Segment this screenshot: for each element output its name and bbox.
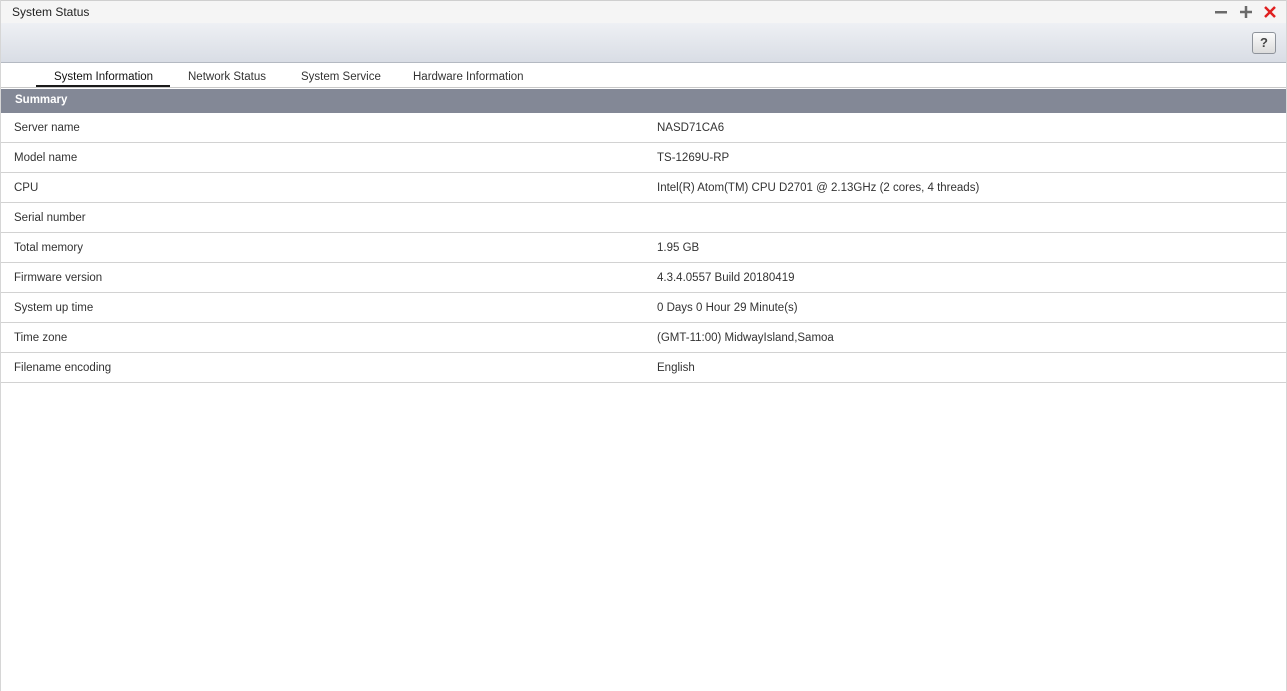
row-label: Model name [14, 152, 78, 164]
row-value: Intel(R) Atom(TM) CPU D2701 @ 2.13GHz (2… [657, 182, 980, 194]
row-serial-number: Serial number [1, 203, 1286, 233]
help-button[interactable]: ? [1252, 32, 1276, 54]
summary-header: Summary [1, 89, 1286, 113]
row-label: Total memory [14, 242, 84, 254]
tab-network-status[interactable]: Network Status [188, 71, 266, 83]
row-value: TS-1269U-RP [657, 152, 730, 164]
row-value: 1.95 GB [657, 242, 700, 254]
plus-icon [1240, 6, 1252, 18]
row-model-name: Model name TS-1269U-RP [1, 143, 1286, 173]
row-value: 4.3.4.0557 Build 20180419 [657, 272, 795, 284]
row-label: Serial number [14, 212, 86, 224]
row-firmware-version: Firmware version 4.3.4.0557 Build 201804… [1, 263, 1286, 293]
row-system-up-time: System up time 0 Days 0 Hour 29 Minute(s… [1, 293, 1286, 323]
tab-system-service[interactable]: System Service [301, 71, 381, 83]
tab-hardware-information[interactable]: Hardware Information [413, 71, 524, 83]
tab-system-information[interactable]: System Information [54, 71, 153, 83]
summary-table: Server name NASD71CA6 Model name TS-1269… [1, 113, 1286, 383]
tab-bar: System Information Network Status System… [1, 64, 1286, 88]
close-icon [1264, 6, 1276, 18]
row-total-memory: Total memory 1.95 GB [1, 233, 1286, 263]
maximize-button[interactable] [1239, 5, 1253, 19]
row-label: System up time [14, 302, 94, 314]
row-label: Time zone [14, 332, 68, 344]
row-label: Filename encoding [14, 362, 112, 374]
row-label: CPU [14, 182, 39, 194]
title-bar: System Status [1, 0, 1286, 23]
row-value: NASD71CA6 [657, 122, 725, 134]
summary-header-label: Summary [15, 94, 68, 106]
system-status-window: System Status ? System Information Netwo… [0, 0, 1287, 691]
row-filename-encoding: Filename encoding English [1, 353, 1286, 383]
row-value: (GMT-11:00) MidwayIsland,Samoa [657, 332, 834, 344]
minus-icon [1215, 11, 1227, 14]
row-label: Server name [14, 122, 80, 134]
row-time-zone: Time zone (GMT-11:00) MidwayIsland,Samoa [1, 323, 1286, 353]
active-tab-indicator [36, 85, 170, 87]
minimize-button[interactable] [1214, 5, 1228, 19]
toolbar: ? [1, 23, 1286, 63]
row-label: Firmware version [14, 272, 103, 284]
row-cpu: CPU Intel(R) Atom(TM) CPU D2701 @ 2.13GH… [1, 173, 1286, 203]
row-server-name: Server name NASD71CA6 [1, 113, 1286, 143]
row-value: English [657, 362, 695, 374]
window-title: System Status [12, 5, 90, 19]
close-button[interactable] [1263, 5, 1277, 19]
row-value: 0 Days 0 Hour 29 Minute(s) [657, 302, 798, 314]
